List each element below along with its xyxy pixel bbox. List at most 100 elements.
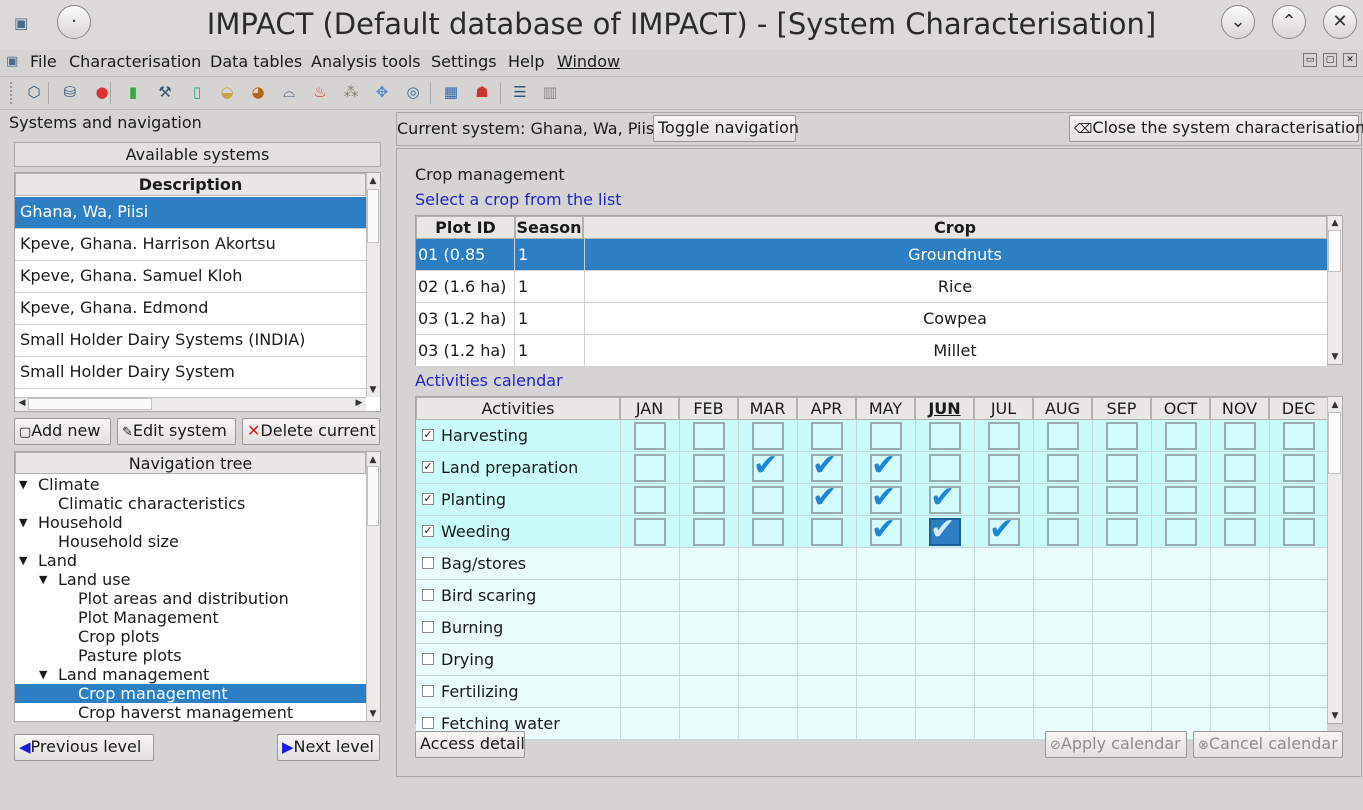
activity-row[interactable]: ✓ Weeding ✔ ✔ ✔ [416, 513, 1327, 548]
tree-item[interactable]: Pasture plots [78, 646, 182, 665]
month-cell[interactable] [974, 580, 1033, 611]
month-toggle[interactable] [693, 422, 725, 450]
tree-item[interactable]: Household size [58, 532, 179, 551]
expand-arrow-icon[interactable]: ▼ [19, 478, 27, 491]
activity-checkbox[interactable] [422, 621, 434, 633]
previous-level-button[interactable]: ◀Previous level [14, 734, 154, 761]
month-cell[interactable] [1210, 516, 1269, 547]
report-icon[interactable]: ☰ [510, 82, 530, 102]
month-cell[interactable] [856, 676, 915, 707]
crop-row[interactable]: 02 (1.6 ha) 1 Rice [416, 271, 1327, 303]
tree-item[interactable]: Crop management [78, 684, 228, 703]
apply-calendar-button[interactable]: ⊘Apply calendar [1045, 731, 1187, 758]
month-cell[interactable] [1269, 612, 1328, 643]
menu-help[interactable]: Help [508, 52, 544, 71]
crop-scroll-thumb[interactable] [1328, 230, 1341, 272]
expand-arrow-icon[interactable]: ▼ [19, 554, 27, 567]
month-cell[interactable] [856, 612, 915, 643]
tomato-icon[interactable]: ● [92, 82, 112, 102]
month-cell[interactable] [679, 420, 738, 451]
month-toggle[interactable] [1224, 518, 1256, 546]
expand-arrow-icon[interactable]: ▼ [39, 573, 47, 586]
month-cell[interactable] [974, 708, 1033, 739]
expand-arrow-icon[interactable]: ▼ [19, 516, 27, 529]
month-cell[interactable] [738, 676, 797, 707]
month-toggle[interactable] [1283, 486, 1315, 514]
month-toggle[interactable] [752, 486, 784, 514]
month-cell[interactable]: ✔ [797, 449, 856, 483]
month-cell[interactable] [797, 676, 856, 707]
menu-settings[interactable]: Settings [431, 52, 497, 71]
hat-icon[interactable]: ⌓ [279, 82, 299, 102]
month-cell[interactable] [1033, 644, 1092, 675]
system-row[interactable]: Kpeve, Ghana. Edmond [15, 293, 366, 325]
month-cell[interactable] [1033, 676, 1092, 707]
tree-item[interactable]: Household [38, 513, 123, 532]
month-cell[interactable] [620, 484, 679, 515]
menu-window[interactable]: Window [557, 52, 620, 71]
month-cell[interactable] [1092, 452, 1151, 483]
toggle-navigation-button[interactable]: Toggle navigation [653, 115, 799, 142]
month-cell[interactable] [679, 484, 738, 515]
crop-row[interactable]: 03 (1.2 ha) 1 Millet [416, 335, 1327, 367]
month-cell[interactable] [679, 548, 738, 579]
month-toggle[interactable] [1165, 422, 1197, 450]
month-cell[interactable] [974, 612, 1033, 643]
crop-scroll-down-icon[interactable]: ▼ [1329, 352, 1341, 362]
month-toggle[interactable] [693, 518, 725, 546]
month-cell[interactable]: ✔ [974, 513, 1033, 547]
month-toggle[interactable] [1106, 422, 1138, 450]
month-cell[interactable] [620, 516, 679, 547]
crop-row[interactable]: 03 (1.2 ha) 1 Cowpea [416, 303, 1327, 335]
cylinder-icon[interactable]: ▥ [540, 82, 560, 102]
open-icon[interactable]: ⬡ [24, 82, 44, 102]
month-cell[interactable] [974, 420, 1033, 451]
menu-characterisation[interactable]: Characterisation [69, 52, 201, 71]
month-toggle[interactable] [1047, 518, 1079, 546]
month-cell[interactable] [679, 516, 738, 547]
activity-checkbox[interactable]: ✓ [422, 429, 434, 441]
system-row[interactable]: Kpeve, Ghana. Samuel Kloh [15, 261, 366, 293]
month-cell[interactable]: ✔ [856, 449, 915, 483]
month-cell[interactable] [797, 548, 856, 579]
tree-item[interactable]: Crop haverst management [78, 703, 293, 722]
scroll-right-icon[interactable]: ▶ [353, 398, 365, 408]
month-toggle[interactable] [1165, 486, 1197, 514]
month-cell[interactable] [1210, 548, 1269, 579]
tree-item[interactable]: Crop plots [78, 627, 159, 646]
minimize-button[interactable]: ⌄ [1221, 5, 1255, 39]
month-cell[interactable] [856, 420, 915, 451]
system-row[interactable]: Ghana, Wa, Piisi [15, 197, 366, 229]
month-cell[interactable] [1210, 644, 1269, 675]
activity-checkbox[interactable]: ✓ [422, 461, 434, 473]
month-toggle[interactable] [693, 454, 725, 482]
month-toggle[interactable] [1106, 486, 1138, 514]
tree-item[interactable]: Climatic characteristics [58, 494, 245, 513]
month-cell[interactable] [620, 420, 679, 451]
month-cell[interactable] [679, 580, 738, 611]
activity-checkbox[interactable]: ✓ [422, 525, 434, 537]
month-cell[interactable] [974, 676, 1033, 707]
month-cell[interactable] [915, 708, 974, 739]
month-cell[interactable] [1033, 580, 1092, 611]
month-cell[interactable] [738, 612, 797, 643]
month-toggle[interactable] [634, 422, 666, 450]
coins-icon[interactable]: ◎ [403, 82, 423, 102]
month-cell[interactable] [797, 708, 856, 739]
mdi-close-button[interactable]: ✕ [1343, 53, 1357, 67]
month-cell[interactable]: ✔ [856, 481, 915, 515]
month-cell[interactable] [1151, 484, 1210, 515]
month-cell[interactable] [974, 548, 1033, 579]
month-cell[interactable] [1151, 516, 1210, 547]
tree-item[interactable]: Climate [38, 475, 100, 494]
month-cell[interactable] [856, 644, 915, 675]
month-cell[interactable] [974, 484, 1033, 515]
month-toggle[interactable] [634, 486, 666, 514]
month-cell[interactable] [797, 420, 856, 451]
tree-item[interactable]: Plot Management [78, 608, 219, 627]
month-cell[interactable] [620, 580, 679, 611]
activity-row[interactable]: Fertilizing [416, 676, 1327, 708]
month-cell[interactable] [1210, 452, 1269, 483]
fire-icon[interactable]: ♨ [310, 82, 330, 102]
month-toggle[interactable] [1224, 422, 1256, 450]
